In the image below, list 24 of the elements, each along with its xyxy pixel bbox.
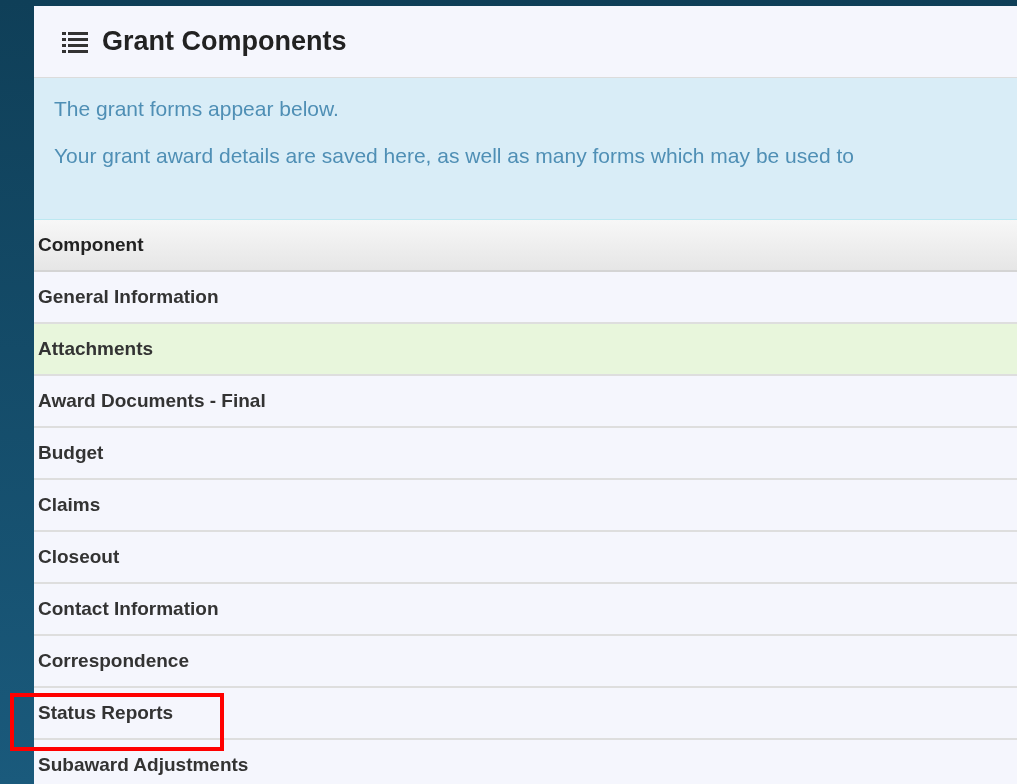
component-link[interactable]: Correspondence <box>38 650 189 672</box>
component-link[interactable]: Claims <box>38 494 101 516</box>
table-row[interactable]: Award Documents - Final <box>34 376 1017 428</box>
column-header: Component <box>34 220 1017 272</box>
component-link[interactable]: Attachments <box>38 338 154 360</box>
panel-title: Grant Components <box>102 26 347 57</box>
component-link[interactable]: Award Documents - Final <box>38 390 266 412</box>
component-link[interactable]: General Information <box>38 286 219 308</box>
table-row[interactable]: Attachments <box>34 324 1017 376</box>
table-row[interactable]: Status Reports <box>34 688 1017 740</box>
list-icon <box>62 30 88 53</box>
component-link[interactable]: Contact Information <box>38 598 219 620</box>
table-row[interactable]: Closeout <box>34 532 1017 584</box>
component-link[interactable]: Status Reports <box>38 702 174 724</box>
component-link[interactable]: Budget <box>38 442 104 464</box>
info-text: The grant forms appear below. <box>54 96 340 122</box>
table-row[interactable]: Subaward Adjustments <box>34 740 1017 784</box>
table-row[interactable]: Claims <box>34 480 1017 532</box>
table-row[interactable]: Correspondence <box>34 636 1017 688</box>
component-link[interactable]: Subaward Adjustments <box>38 754 249 776</box>
table-row[interactable]: Budget <box>34 428 1017 480</box>
table-row[interactable]: Contact Information <box>34 584 1017 636</box>
info-text: Your grant award details are saved here, as well as many forms which may be used to <box>54 143 855 169</box>
component-link[interactable]: Closeout <box>38 546 120 568</box>
